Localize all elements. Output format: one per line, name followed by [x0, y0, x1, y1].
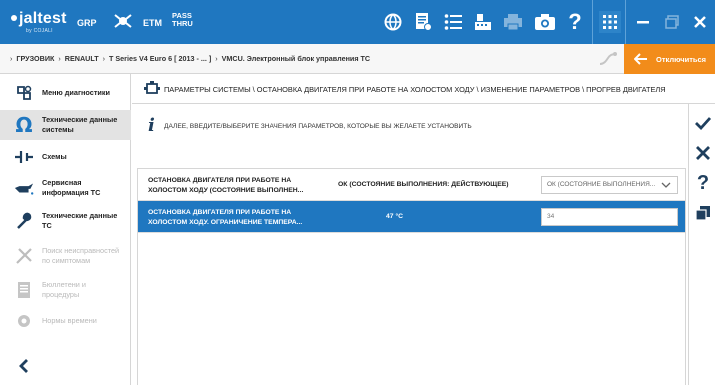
parameters-table: ОСТАНОВКА ДВИГАТЕЛЯ ПРИ РАБОТЕ НА ХОЛОСТ… [137, 168, 686, 385]
select-value: ОК (СОСТОЯНИЕ ВЫПОЛНЕНИЯ... [547, 181, 656, 188]
chevron-down-icon [661, 182, 671, 188]
help-icon[interactable]: ? [692, 172, 714, 194]
confirm-button[interactable] [692, 112, 714, 134]
checkmark-icon [695, 117, 711, 130]
sidebar-item-vehicle-technical-data[interactable]: Технические данные ТС [0, 206, 131, 236]
input-value: 34 [547, 213, 555, 220]
table-row[interactable]: ОСТАНОВКА ДВИГАТЕЛЯ ПРИ РАБОТЕ НА ХОЛОСТ… [138, 201, 685, 233]
sidebar-item-diagnostics-menu[interactable]: Меню диагностики [0, 79, 131, 107]
breadcrumb-item[interactable]: T Series V4 Euro 6 [ 2013 - ... ] [109, 54, 211, 63]
back-button[interactable] [14, 356, 34, 376]
sidebar-item-system-technical-data[interactable]: Ω Технические данные системы [0, 110, 131, 140]
sidebar-item-symptom-troubleshooting: Поиск неисправностей по симптомам [0, 239, 131, 273]
copy-icon [695, 206, 710, 221]
etm-button[interactable]: ETM [143, 18, 162, 28]
diagnostics-menu-icon [14, 83, 34, 103]
parameter-name: ОСТАНОВКА ДВИГАТЕЛЯ ПРИ РАБОТЕ НА ХОЛОСТ… [148, 177, 304, 194]
tools-icon [14, 246, 34, 266]
chevron-left-icon [19, 359, 28, 373]
restore-icon [661, 11, 683, 33]
copy-button[interactable] [692, 202, 714, 224]
breadcrumb-item[interactable]: ГРУЗОВИК [16, 54, 54, 63]
vehicle-connect-icon[interactable] [112, 10, 134, 32]
globe-icon[interactable] [382, 11, 404, 33]
clock-gear-icon [14, 311, 34, 331]
pass-thru-button[interactable]: PASS THRU [172, 12, 193, 28]
list-icon[interactable] [442, 11, 464, 33]
table-row[interactable]: ОСТАНОВКА ДВИГАТЕЛЯ ПРИ РАБОТЕ НА ХОЛОСТ… [138, 169, 685, 201]
sidebar-item-schematics[interactable]: Схемы [0, 143, 131, 171]
sidebar-item-label: Меню диагностики [42, 88, 111, 97]
sidebar-item-label: Технические данные системы [42, 115, 118, 134]
page-title: ПАРАМЕТРЫ СИСТЕМЫ \ ОСТАНОВКА ДВИГАТЕЛЯ … [164, 85, 666, 94]
arrow-left-icon [634, 53, 647, 65]
document-icon [14, 280, 34, 300]
jaltest-logo: jaltest [11, 10, 67, 28]
sidebar-item-time-norms: Нормы времени [0, 308, 131, 334]
oil-can-icon [14, 178, 34, 198]
schematics-icon [14, 147, 34, 167]
report-icon[interactable] [412, 11, 434, 33]
sidebar-item-label: Нормы времени [42, 316, 97, 325]
engine-icon [144, 80, 160, 101]
ohm-icon: Ω [15, 113, 33, 137]
breadcrumb-item[interactable]: RENAULT [65, 54, 99, 63]
parameter-select[interactable]: ОК (СОСТОЯНИЕ ВЫПОЛНЕНИЯ... [541, 176, 678, 194]
sidebar-item-label: Технические данные ТС [42, 211, 118, 230]
sidebar-item-label: Сервисная информация ТС [42, 178, 101, 197]
parameter-name: ОСТАНОВКА ДВИГАТЕЛЯ ПРИ РАБОТЕ НА ХОЛОСТ… [148, 209, 303, 226]
disconnect-button[interactable]: Отключиться [624, 44, 715, 74]
keyboard-icon[interactable] [472, 11, 494, 33]
section-header: ПАРАМЕТРЫ СИСТЕМЫ \ ОСТАНОВКА ДВИГАТЕЛЯ … [132, 74, 715, 104]
close-icon [696, 146, 710, 160]
camera-icon[interactable] [534, 11, 556, 33]
breadcrumb: › ГРУЗОВИК › RENAULT › T Series V4 Euro … [10, 54, 371, 63]
sidebar: Меню диагностики Ω Технические данные си… [0, 74, 131, 385]
instruction-text: ДАЛЕЕ, ВВЕДИТЕ/ВЫБЕРИТЕ ЗНАЧЕНИЯ ПАРАМЕТ… [164, 123, 472, 130]
disconnect-label: Отключиться [656, 54, 707, 64]
close-icon[interactable] [689, 11, 711, 33]
breadcrumb-item[interactable]: VMCU. Электронный блок управления ТС [222, 54, 370, 63]
logo-subtitle: by COJALI [26, 28, 53, 34]
parameter-input[interactable]: 34 [541, 208, 678, 226]
parameter-current-value: 47 °C [386, 213, 404, 220]
help-icon[interactable]: ? [564, 9, 586, 34]
parameter-current-value: ОК (СОСТОЯНИЕ ВЫПОЛНЕНИЯ: ДЕЙСТВУЮЩЕЕ) [338, 181, 509, 188]
top-toolbar: jaltest by COJALI GRP ETM PASS THRU ? [0, 0, 715, 44]
printer-icon [502, 11, 524, 33]
breadcrumb-bar: › ГРУЗОВИК › RENAULT › T Series V4 Euro … [0, 44, 715, 74]
connection-status-icon [598, 51, 618, 72]
grp-button[interactable]: GRP [77, 18, 97, 28]
apps-grid-icon[interactable] [599, 11, 621, 33]
instruction-row: i ДАЛЕЕ, ВВЕДИТЕ/ВЫБЕРИТЕ ЗНАЧЕНИЯ ПАРАМ… [132, 105, 688, 145]
wrench-icon [14, 211, 34, 231]
sidebar-item-service-info[interactable]: Сервисная информация ТС [0, 173, 131, 203]
sidebar-item-bulletins: Бюллетени и процедуры [0, 276, 131, 304]
action-column: ? [688, 104, 715, 385]
sidebar-item-label: Поиск неисправностей по симптомам [42, 246, 120, 265]
minimize-icon[interactable] [632, 11, 654, 33]
sidebar-item-label: Бюллетени и процедуры [42, 280, 86, 299]
cancel-button[interactable] [692, 142, 714, 164]
info-icon: i [148, 115, 155, 136]
sidebar-item-label: Схемы [42, 152, 67, 161]
